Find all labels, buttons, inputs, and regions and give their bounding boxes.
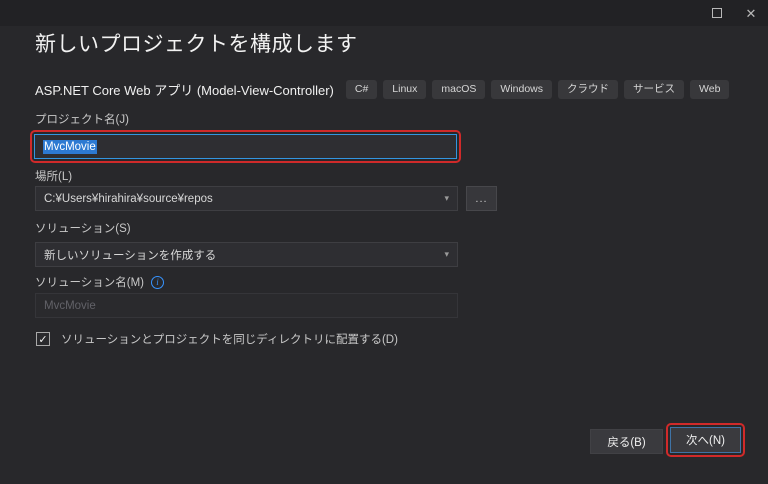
chevron-down-icon: ▾	[444, 249, 449, 259]
project-name-input[interactable]: MvcMovie	[34, 134, 457, 159]
back-button[interactable]: 戻る(B)	[590, 429, 663, 454]
maximize-icon	[712, 8, 722, 18]
project-name-value: MvcMovie	[43, 139, 97, 154]
info-icon[interactable]: i	[151, 275, 165, 289]
project-type-name: ASP.NET Core Web アプリ (Model-View-Control…	[35, 83, 334, 98]
tag-cloud: クラウド	[558, 80, 619, 99]
annotation-ring-next: 次へ(N)	[666, 423, 745, 457]
tag-windows: Windows	[491, 80, 553, 99]
tag-service: サービス	[624, 80, 685, 99]
solution-value: 新しいソリューションを作成する	[44, 249, 217, 262]
location-label: 場所(L)	[35, 171, 73, 183]
tag-csharp: C#	[345, 80, 378, 99]
location-combobox[interactable]: C:¥Users¥hirahira¥source¥repos ▾	[35, 186, 458, 211]
project-name-label: プロジェクト名(J)	[35, 114, 129, 126]
title-bar: ✕	[0, 0, 768, 26]
tag-web: Web	[690, 80, 730, 99]
same-directory-option: ✓ ソリューションとプロジェクトを同じディレクトリに配置する(D)	[36, 331, 398, 347]
close-button[interactable]: ✕	[734, 0, 768, 26]
solution-label: ソリューション(S)	[35, 223, 131, 235]
annotation-ring-project-name: MvcMovie	[30, 130, 461, 163]
solution-name-value: MvcMovie	[44, 299, 96, 312]
project-type-row: ASP.NET Core Web アプリ (Model-View-Control…	[35, 80, 735, 99]
same-directory-checkbox[interactable]: ✓	[36, 332, 50, 346]
location-value: C:¥Users¥hirahira¥source¥repos	[44, 192, 213, 205]
next-button[interactable]: 次へ(N)	[670, 427, 741, 453]
chevron-down-icon: ▾	[444, 193, 449, 203]
maximize-button[interactable]	[700, 0, 734, 26]
configure-project-dialog: ✕ 新しいプロジェクトを構成します ASP.NET Core Web アプリ (…	[0, 0, 768, 484]
check-icon: ✓	[38, 333, 48, 346]
page-title: 新しいプロジェクトを構成します	[35, 33, 358, 56]
tag-linux: Linux	[383, 80, 427, 99]
solution-combobox[interactable]: 新しいソリューションを作成する ▾	[35, 242, 458, 267]
same-directory-label: ソリューションとプロジェクトを同じディレクトリに配置する(D)	[61, 334, 398, 346]
tag-macos: macOS	[432, 80, 486, 99]
solution-name-label-row: ソリューション名(M) i	[35, 274, 165, 290]
solution-name-label: ソリューション名(M)	[35, 277, 145, 289]
close-icon: ✕	[745, 5, 757, 21]
solution-name-input-disabled: MvcMovie	[35, 293, 458, 318]
browse-location-button[interactable]: ...	[466, 186, 497, 211]
